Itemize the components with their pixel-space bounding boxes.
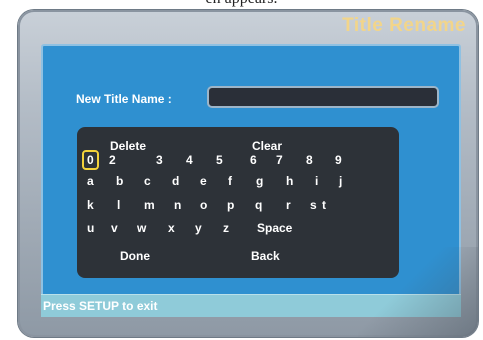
rename-panel: New Title Name : Delete Clear 0 2 3 4 5 … [41,44,461,297]
key-5[interactable]: 5 [216,153,223,167]
key-a[interactable]: a [87,174,94,188]
key-e[interactable]: e [200,174,207,188]
key-y[interactable]: y [195,221,202,235]
key-d[interactable]: d [172,174,179,188]
key-f[interactable]: f [228,174,232,188]
key-b[interactable]: b [116,174,123,188]
key-4[interactable]: 4 [186,153,193,167]
key-3[interactable]: 3 [156,153,163,167]
key-back[interactable]: Back [251,249,280,263]
key-2[interactable]: 2 [109,153,116,167]
key-space[interactable]: Space [257,221,292,235]
key-7[interactable]: 7 [276,153,283,167]
key-s[interactable]: s [310,198,317,212]
key-z[interactable]: z [223,221,229,235]
key-k[interactable]: k [87,198,94,212]
key-o[interactable]: o [200,198,207,212]
key-w[interactable]: w [137,221,146,235]
status-text: Press SETUP to exit [43,299,158,313]
key-v[interactable]: v [111,221,118,235]
key-8[interactable]: 8 [306,153,313,167]
key-j[interactable]: j [339,174,342,188]
key-u[interactable]: u [87,221,94,235]
status-bar: Press SETUP to exit [41,294,461,317]
key-m[interactable]: m [144,198,155,212]
key-x[interactable]: x [168,221,175,235]
key-g[interactable]: g [256,174,263,188]
key-r[interactable]: r [286,198,291,212]
new-title-name-input[interactable] [207,86,439,108]
tv-screen-frame: Title Rename New Title Name : Delete Cle… [18,10,478,337]
key-done[interactable]: Done [120,249,150,263]
key-9[interactable]: 9 [335,153,342,167]
key-i[interactable]: i [315,174,318,188]
key-c[interactable]: c [144,174,151,188]
caption-fragment: en appears. [0,0,483,8]
on-screen-keyboard: Delete Clear 0 2 3 4 5 6 7 8 9 a b c d e… [77,127,399,278]
key-l[interactable]: l [117,198,120,212]
key-t[interactable]: t [322,198,326,212]
new-title-name-label: New Title Name : [76,92,172,106]
key-0[interactable]: 0 [82,150,99,170]
key-q[interactable]: q [255,198,262,212]
key-clear[interactable]: Clear [252,139,282,153]
key-p[interactable]: p [227,198,234,212]
key-delete[interactable]: Delete [110,139,146,153]
key-6[interactable]: 6 [250,153,257,167]
key-n[interactable]: n [174,198,181,212]
key-h[interactable]: h [286,174,293,188]
screen-title: Title Rename [342,15,466,36]
